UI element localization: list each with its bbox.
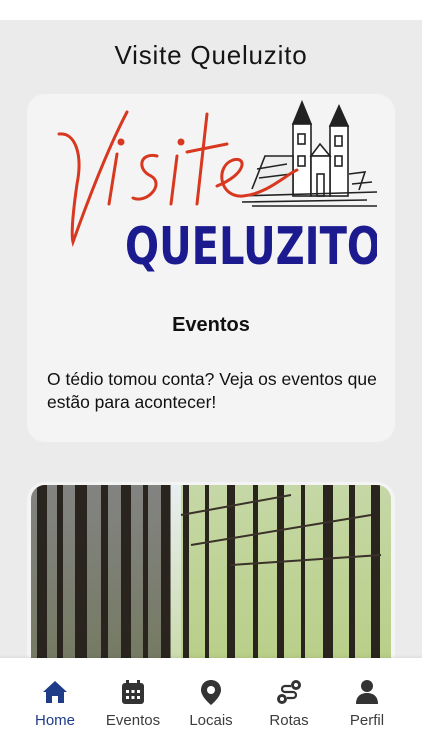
forest-image (31, 485, 391, 672)
route-icon (277, 680, 301, 704)
tab-rotas[interactable]: Rotas (250, 658, 328, 750)
tab-label: Perfil (349, 712, 385, 729)
tab-label: Locais (189, 712, 233, 729)
card-description: O tédio tomou conta? Veja os eventos que… (47, 369, 377, 412)
card-title: Eventos (172, 314, 250, 336)
places-card[interactable] (27, 482, 395, 672)
calendar-icon (122, 680, 144, 704)
tab-eventos[interactable]: Eventos (94, 658, 172, 750)
map-pin-icon (201, 680, 221, 705)
home-icon (43, 681, 67, 703)
status-bar (0, 0, 422, 20)
tab-label: Home (34, 712, 75, 729)
tab-home[interactable]: Home (16, 658, 94, 750)
church-illustration (236, 99, 377, 207)
tab-label: Eventos (105, 712, 161, 729)
tab-locais[interactable]: Locais (172, 658, 250, 750)
queluzito-block-text: QUELUZITO (125, 217, 377, 277)
page-title: Visite Queluzito (114, 40, 308, 70)
tab-perfil[interactable]: Perfil (328, 658, 406, 750)
visite-queluzito-logo: QUELUZITO (57, 99, 377, 277)
bottom-tab-bar: Home Eventos Locais Rotas Perfil (0, 658, 422, 750)
tab-label: Rotas (269, 712, 309, 729)
user-icon (356, 680, 378, 704)
events-card[interactable]: QUELUZITO Eventos O tédio tomou conta? V… (27, 94, 395, 442)
